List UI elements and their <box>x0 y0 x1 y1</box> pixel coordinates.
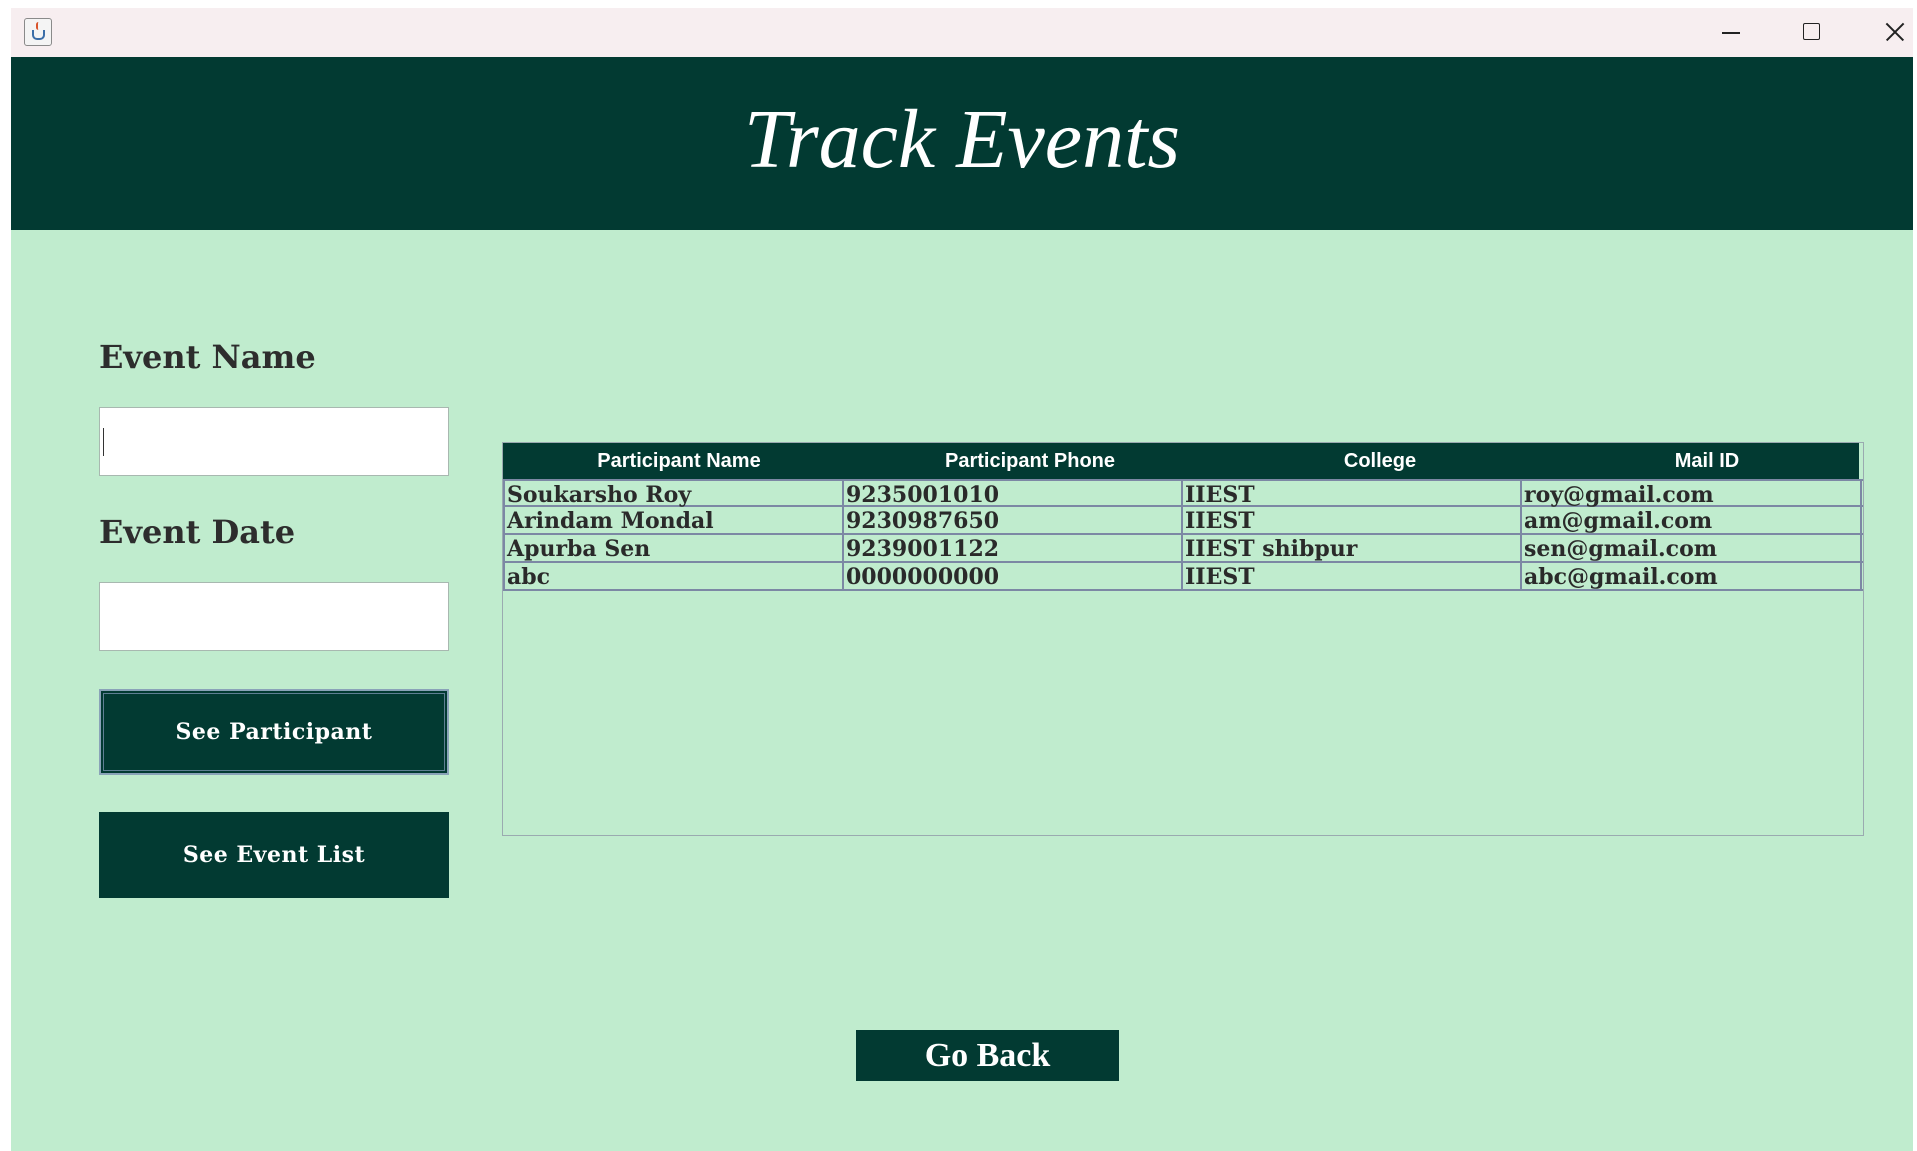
go-back-button[interactable]: Go Back <box>856 1030 1119 1081</box>
cell-mail-id[interactable]: abc@gmail.com <box>1520 563 1862 589</box>
cell-college[interactable]: IIEST <box>1181 481 1520 507</box>
minimize-button[interactable] <box>1695 8 1765 57</box>
cell-participant-name[interactable]: Apurba Sen <box>503 535 842 561</box>
event-name-label: Event Name <box>99 338 316 376</box>
close-button[interactable] <box>1857 8 1917 57</box>
maximize-icon <box>1803 23 1820 40</box>
event-date-input[interactable] <box>99 582 449 651</box>
title-bar <box>11 8 1913 57</box>
cell-participant-phone[interactable]: 0000000000 <box>842 563 1181 589</box>
table-header: Participant Name Participant Phone Colle… <box>503 443 1859 479</box>
column-header-college[interactable]: College <box>1205 443 1555 479</box>
table-row[interactable]: Soukarsho Roy 9235001010 IIEST roy@gmail… <box>503 479 1863 507</box>
cell-college[interactable]: IIEST <box>1181 507 1520 533</box>
text-caret <box>103 428 104 456</box>
see-participant-button[interactable]: See Participant <box>99 689 449 775</box>
cell-college[interactable]: IIEST <box>1181 563 1520 589</box>
column-header-participant-name[interactable]: Participant Name <box>503 443 855 479</box>
table-row[interactable]: Arindam Mondal 9230987650 IIEST am@gmail… <box>503 507 1863 535</box>
event-name-input[interactable] <box>99 407 449 476</box>
table-row[interactable]: Apurba Sen 9239001122 IIEST shibpur sen@… <box>503 535 1863 563</box>
cell-participant-phone[interactable]: 9235001010 <box>842 481 1181 507</box>
see-event-list-button[interactable]: See Event List <box>99 812 449 898</box>
column-header-participant-phone[interactable]: Participant Phone <box>855 443 1205 479</box>
header-banner: Track Events <box>11 57 1913 230</box>
participant-table[interactable]: Participant Name Participant Phone Colle… <box>502 442 1864 836</box>
event-date-label: Event Date <box>99 513 296 551</box>
minimize-icon <box>1722 32 1740 34</box>
app-window: Track Events Event Name Event Date See P… <box>11 8 1913 1151</box>
maximize-button[interactable] <box>1776 8 1846 57</box>
page-title: Track Events <box>743 93 1181 186</box>
cell-college[interactable]: IIEST shibpur <box>1181 535 1520 561</box>
cell-mail-id[interactable]: am@gmail.com <box>1520 507 1862 533</box>
table-body: Soukarsho Roy 9235001010 IIEST roy@gmail… <box>503 479 1863 591</box>
cell-mail-id[interactable]: sen@gmail.com <box>1520 535 1862 561</box>
java-cup-icon[interactable] <box>24 18 52 46</box>
cell-participant-name[interactable]: Soukarsho Roy <box>503 481 842 507</box>
cell-participant-name[interactable]: abc <box>503 563 842 589</box>
cell-participant-phone[interactable]: 9230987650 <box>842 507 1181 533</box>
table-row[interactable]: abc 0000000000 IIEST abc@gmail.com <box>503 563 1863 591</box>
cell-mail-id[interactable]: roy@gmail.com <box>1520 481 1862 507</box>
cell-participant-phone[interactable]: 9239001122 <box>842 535 1181 561</box>
column-header-mail-id[interactable]: Mail ID <box>1555 443 1859 479</box>
cell-participant-name[interactable]: Arindam Mondal <box>503 507 842 533</box>
